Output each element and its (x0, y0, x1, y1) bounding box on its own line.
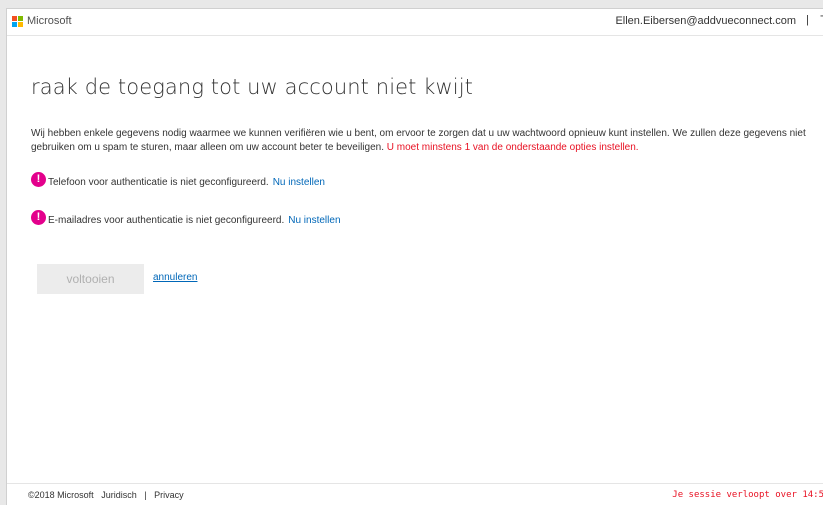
page-frame: Microsoft Ellen.Eibersen@addvueconnect.c… (6, 8, 823, 505)
footer: ©2018 Microsoft Juridisch | Privacy Je s… (7, 483, 823, 505)
finish-button[interactable]: voltooien (37, 264, 144, 294)
session-timer: Je sessie verloopt over 14:5 (672, 490, 823, 500)
intro-warning: U moet minstens 1 van de onderstaande op… (386, 142, 639, 153)
cancel-link[interactable]: annuleren (153, 272, 197, 283)
phone-requirement-row: ! Telefoon voor authenticatie is niet ge… (31, 172, 325, 190)
phone-setup-link[interactable]: Nu instellen (273, 177, 325, 188)
alert-icon: ! (31, 172, 46, 187)
email-requirement-row: ! E-mailadres voor authenticatie is niet… (31, 210, 341, 228)
brand: Microsoft (12, 15, 72, 27)
top-bar: Microsoft Ellen.Eibersen@addvueconnect.c… (7, 9, 823, 36)
phone-requirement-text: Telefoon voor authenticatie is niet geco… (48, 177, 269, 188)
privacy-link[interactable]: Privacy (154, 490, 184, 500)
microsoft-logo-icon (12, 15, 23, 27)
alert-icon: ! (31, 210, 46, 225)
legal-link[interactable]: Juridisch (101, 490, 137, 500)
page-title: raak de toegang tot uw account niet kwij… (31, 75, 473, 99)
intro-paragraph: Wij hebben enkele gegevens nodig waarmee… (31, 127, 811, 155)
brand-name: Microsoft (27, 15, 72, 27)
user-email[interactable]: Ellen.Eibersen@addvueconnect.com (615, 15, 796, 27)
email-setup-link[interactable]: Nu instellen (288, 215, 340, 226)
header-separator: | (806, 14, 809, 26)
footer-links: ©2018 Microsoft Juridisch | Privacy (28, 490, 184, 500)
copyright-text: ©2018 Microsoft (28, 490, 94, 500)
email-requirement-text: E-mailadres voor authenticatie is niet g… (48, 215, 285, 226)
